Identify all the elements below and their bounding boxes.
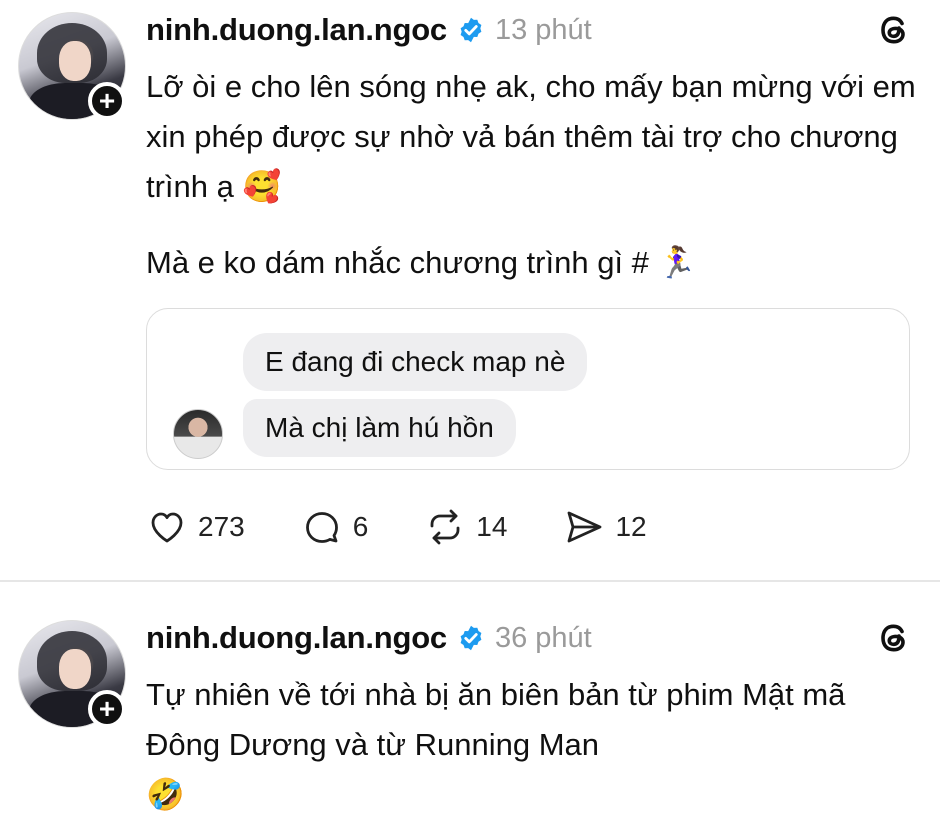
repost-count: 14	[476, 511, 508, 542]
like-button[interactable]: 273	[146, 506, 245, 548]
post-actions: 273 6 14 12	[146, 500, 703, 554]
follow-plus-icon[interactable]: +	[88, 690, 126, 728]
thread-post: + ninh.duong.lan.ngoc 36 phút Tự nhiên v…	[0, 582, 940, 819]
comment-count: 6	[352, 511, 369, 542]
post-body: Tự nhiên về tới nhà bị ăn biên bản từ ph…	[146, 670, 916, 820]
username[interactable]: ninh.duong.lan.ngoc	[146, 620, 447, 656]
share-count: 12	[615, 511, 647, 542]
author-avatar[interactable]: +	[18, 620, 126, 728]
post-header: ninh.duong.lan.ngoc 13 phút	[146, 10, 592, 50]
thread-post: + ninh.duong.lan.ngoc 13 phút Lỡ òi e ch…	[0, 0, 940, 580]
post-time: 36 phút	[494, 621, 592, 654]
chat-bubble: Mà chị làm hú hồn	[243, 399, 516, 457]
reply-button[interactable]: 6	[301, 506, 369, 548]
follow-plus-icon[interactable]: +	[88, 82, 126, 120]
post-paragraph: Lỡ òi e cho lên sóng nhẹ ak, cho mấy bạn…	[146, 69, 916, 204]
repost-button[interactable]: 14	[424, 506, 507, 548]
post-time: 13 phút	[494, 13, 592, 46]
share-button[interactable]: 12	[563, 506, 647, 548]
verified-badge-icon	[460, 17, 482, 43]
quoted-message-card[interactable]: E đang đi check map nè Mà chị làm hú hồn	[146, 308, 910, 470]
username[interactable]: ninh.duong.lan.ngoc	[146, 12, 447, 48]
repost-icon	[430, 509, 460, 545]
like-count: 273	[198, 511, 245, 542]
post-paragraph: Mà e ko dám nhắc chương trình gì # 🏃‍♀️	[146, 245, 697, 280]
post-body: Lỡ òi e cho lên sóng nhẹ ak, cho mấy bạn…	[146, 62, 916, 288]
author-avatar[interactable]: +	[18, 12, 126, 120]
verified-badge-icon	[460, 625, 482, 651]
threads-logo-icon	[881, 624, 905, 652]
threads-logo-icon	[881, 16, 905, 44]
comment-icon	[305, 512, 338, 543]
chat-bubble: E đang đi check map nè	[243, 333, 588, 391]
sender-avatar	[173, 409, 223, 459]
send-icon	[568, 511, 602, 543]
heart-icon	[151, 512, 183, 543]
post-paragraph: Tự nhiên về tới nhà bị ăn biên bản từ ph…	[146, 677, 846, 762]
post-paragraph: 🤣	[146, 777, 185, 812]
post-header: ninh.duong.lan.ngoc 36 phút	[146, 618, 592, 658]
